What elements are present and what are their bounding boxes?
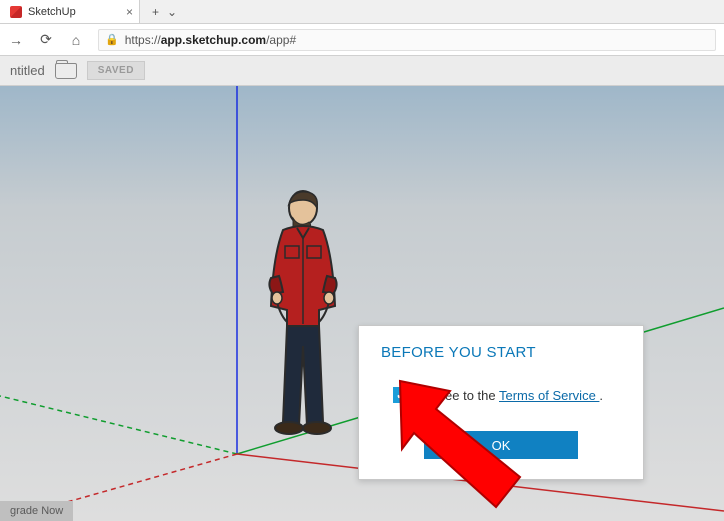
close-tab-icon[interactable]: × <box>126 5 133 19</box>
browser-tab-strip: SketchUp × + ⌄ <box>0 0 724 24</box>
before-you-start-dialog: BEFORE YOU START ✓ I agree to the Terms … <box>358 325 644 480</box>
scale-figure <box>253 186 353 436</box>
upgrade-now-button[interactable]: grade Now <box>0 501 73 521</box>
lock-icon: 🔒 <box>105 33 119 46</box>
tos-link[interactable]: Terms of Service <box>499 388 599 403</box>
app-header: ntitled SAVED <box>0 56 724 86</box>
url-text: https://app.sketchup.com/app# <box>125 33 296 47</box>
nav-refresh-icon[interactable]: ⟳ <box>38 31 54 48</box>
sketchup-favicon <box>10 6 22 18</box>
agree-checkbox[interactable]: ✓ <box>393 387 409 403</box>
agree-row: ✓ I agree to the Terms of Service . <box>393 387 621 403</box>
document-title: ntitled <box>10 63 45 78</box>
saved-badge: SAVED <box>87 61 145 80</box>
ok-button[interactable]: OK <box>424 431 578 459</box>
url-input[interactable]: 🔒 https://app.sketchup.com/app# <box>98 29 716 51</box>
agree-text: I agree to the Terms of Service . <box>419 388 603 403</box>
tab-title: SketchUp <box>28 6 76 18</box>
axis-green-dashed <box>0 396 237 454</box>
nav-home-icon[interactable]: ⌂ <box>68 32 84 48</box>
browser-tab[interactable]: SketchUp × <box>0 0 140 23</box>
tab-actions: + ⌄ <box>144 5 185 19</box>
modeling-canvas[interactable]: BEFORE YOU START ✓ I agree to the Terms … <box>0 86 724 521</box>
dialog-title: BEFORE YOU START <box>381 344 621 361</box>
nav-forward-icon[interactable]: → <box>8 32 24 48</box>
address-bar: → ⟳ ⌂ 🔒 https://app.sketchup.com/app# <box>0 24 724 56</box>
tab-overflow-icon[interactable]: ⌄ <box>167 5 177 19</box>
new-tab-button[interactable]: + <box>152 5 159 19</box>
folder-icon[interactable] <box>55 63 77 79</box>
